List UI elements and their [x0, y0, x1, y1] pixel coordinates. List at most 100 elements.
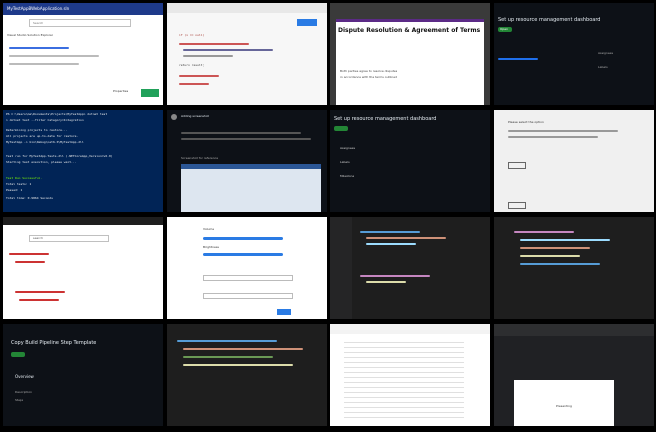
input-field[interactable]: [203, 293, 293, 299]
tile-pipeline-page: Copy Build Pipeline Step Template Overvi…: [3, 324, 163, 426]
shared-screen: [514, 380, 614, 426]
tile-spreadsheet: [330, 324, 490, 426]
properties-label: Properties: [113, 89, 129, 93]
search-label: Search: [33, 21, 44, 25]
code-line: [366, 281, 406, 283]
code-line: [183, 348, 303, 350]
tile-document: Dispute Resolution & Agreement of Terms …: [330, 3, 490, 105]
code-line: if (x == null): [179, 33, 205, 37]
code-line: [520, 239, 610, 241]
apply-button[interactable]: [277, 309, 291, 315]
code-line: [179, 43, 249, 45]
tree-item[interactable]: [15, 291, 65, 293]
tile-vscode-light: search: [3, 217, 163, 319]
document-text: Both parties agree to resolve disputes: [340, 69, 398, 73]
text-line: [508, 130, 618, 132]
terminal-line: PS C:\Users\me\Documents\Projects\MyTest…: [6, 112, 108, 116]
brightness-label: Brightness: [203, 245, 219, 249]
status-badge-label: Open: [500, 27, 509, 31]
code-line: [183, 364, 293, 366]
terminal-line: Test Run Successful.: [6, 176, 43, 180]
volume-label: Volume: [203, 227, 215, 231]
tile-issue-dark: Set up resource management dashboard Ope…: [494, 3, 654, 105]
row[interactable]: [9, 47, 69, 49]
tile-editor-dark-2: [167, 324, 327, 426]
code-line: [177, 340, 277, 342]
comment-title: Adding screenshot: [181, 114, 209, 118]
ok-button[interactable]: [141, 89, 159, 97]
screenshot-caption: Screenshot for reference: [181, 156, 219, 160]
code-line: return result;: [179, 63, 205, 67]
panel-label: Visual Studio Solution Explorer: [7, 33, 54, 37]
issue-title: Set up resource management dashboard: [334, 116, 437, 122]
volume-slider[interactable]: [203, 237, 283, 240]
terminal-line: Starting test execution, please wait...: [6, 160, 77, 164]
brightness-slider[interactable]: [203, 253, 283, 256]
submit-button[interactable]: [508, 162, 526, 169]
terminal-line: MyTestApp -> bin\Debug\net6.0\MyTestApp.…: [6, 140, 84, 144]
sheet-grid[interactable]: [344, 338, 464, 418]
code-line: [179, 75, 219, 77]
assignees-label: Assignees: [598, 51, 614, 55]
toolbar: [167, 3, 327, 13]
terminal-line: Determining projects to restore...: [6, 128, 68, 132]
row[interactable]: [9, 63, 79, 65]
tile-code-editor-light: if (x == null) return result;: [167, 3, 327, 105]
steps-label: Steps: [15, 398, 24, 402]
code-line: [520, 263, 600, 265]
screenshot-grid: MyTestAppBWebApplication.sln Search Visu…: [0, 0, 656, 432]
status-badge: [334, 126, 348, 131]
tile-editor-dark: [494, 217, 654, 319]
description-label: Description: [15, 390, 33, 394]
status-badge: [11, 352, 25, 357]
tile-solution-explorer: MyTestAppBWebApplication.sln Search Visu…: [3, 3, 163, 105]
label: Labels: [340, 160, 350, 164]
avatar: [171, 114, 177, 120]
search-text: search: [33, 236, 43, 240]
window-title: MyTestAppBWebApplication.sln: [7, 6, 70, 11]
tile-issue-dark-2: Set up resource management dashboard Ass…: [330, 110, 490, 212]
code-line: [360, 275, 430, 277]
code-line: [183, 356, 273, 358]
section-heading: Overview: [15, 374, 34, 379]
tile-terminal: PS C:\Users\me\Documents\Projects\MyTest…: [3, 110, 163, 212]
text-line: [508, 136, 598, 138]
embedded-screenshot: [181, 164, 321, 212]
explorer-panel: [330, 217, 352, 319]
search-input[interactable]: [29, 19, 131, 27]
tile-comment-screenshot: Adding screenshot Screenshot for referen…: [167, 110, 327, 212]
text-line: [181, 138, 311, 140]
toolbar: [330, 324, 490, 334]
sidebar-item[interactable]: [498, 58, 538, 60]
header-bar: [494, 324, 654, 336]
tile-video-call: Presenting: [494, 324, 654, 426]
document-text: in accordance with the terms outlined: [340, 75, 398, 79]
tree-item[interactable]: [9, 253, 49, 255]
tree-item[interactable]: [15, 261, 45, 263]
row[interactable]: [9, 55, 99, 57]
label: Milestone: [340, 174, 355, 178]
form-text: Please select the option: [508, 120, 544, 124]
terminal-line: Passed: 1: [6, 188, 23, 192]
document-title: Dispute Resolution & Agreement of Terms: [338, 27, 481, 34]
terminal-line: Total tests: 1: [6, 182, 32, 186]
run-button[interactable]: [297, 19, 317, 26]
terminal-line: Total time: 0.9864 Seconds: [6, 196, 53, 200]
labels-label: Labels: [598, 65, 608, 69]
terminal-line: Test run for MyTestApp.Tests.dll (.NETCo…: [6, 154, 113, 158]
presenting-label: Presenting: [556, 404, 572, 408]
code-line: [520, 255, 580, 257]
code-line: [179, 83, 209, 85]
code-line: [366, 237, 446, 239]
code-line: [360, 231, 420, 233]
title-bar: [3, 217, 163, 225]
page-title: Copy Build Pipeline Step Template: [11, 340, 97, 346]
issue-title: Set up resource management dashboard: [498, 17, 601, 23]
input-field[interactable]: [203, 275, 293, 281]
code-line: [520, 247, 590, 249]
code-line: [514, 231, 574, 233]
tree-item[interactable]: [19, 299, 59, 301]
submit-button[interactable]: [508, 202, 526, 209]
label: Assignees: [340, 146, 356, 150]
text-line: [181, 132, 301, 134]
